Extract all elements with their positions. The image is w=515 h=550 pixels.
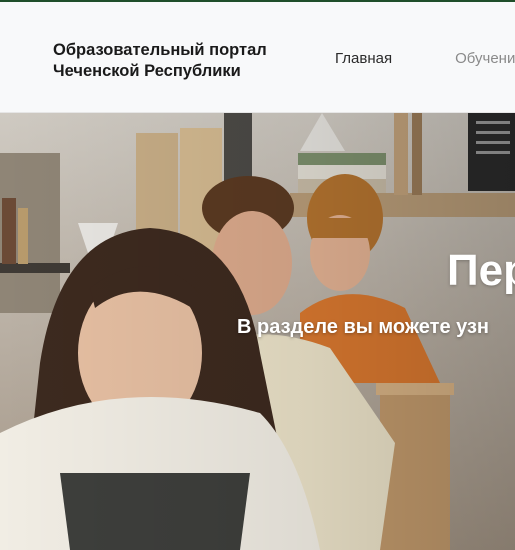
nav-item-education[interactable]: Обучени xyxy=(455,50,515,67)
hero-title: Пер xyxy=(447,246,515,295)
main-nav: Главная Обучени xyxy=(335,50,515,67)
brand-line-1: Образовательный портал xyxy=(53,41,267,59)
site-logo-title[interactable]: Образовательный портал Чеченской Республ… xyxy=(53,40,293,82)
hero-banner: Пер В разделе вы можете узн xyxy=(0,113,515,550)
hero-subtitle: В разделе вы можете узн xyxy=(237,316,490,338)
brand-line-2: Чеченской Республики xyxy=(53,62,241,80)
nav-item-home[interactable]: Главная xyxy=(335,50,392,67)
site-header: Образовательный портал Чеченской Республ… xyxy=(0,2,515,113)
